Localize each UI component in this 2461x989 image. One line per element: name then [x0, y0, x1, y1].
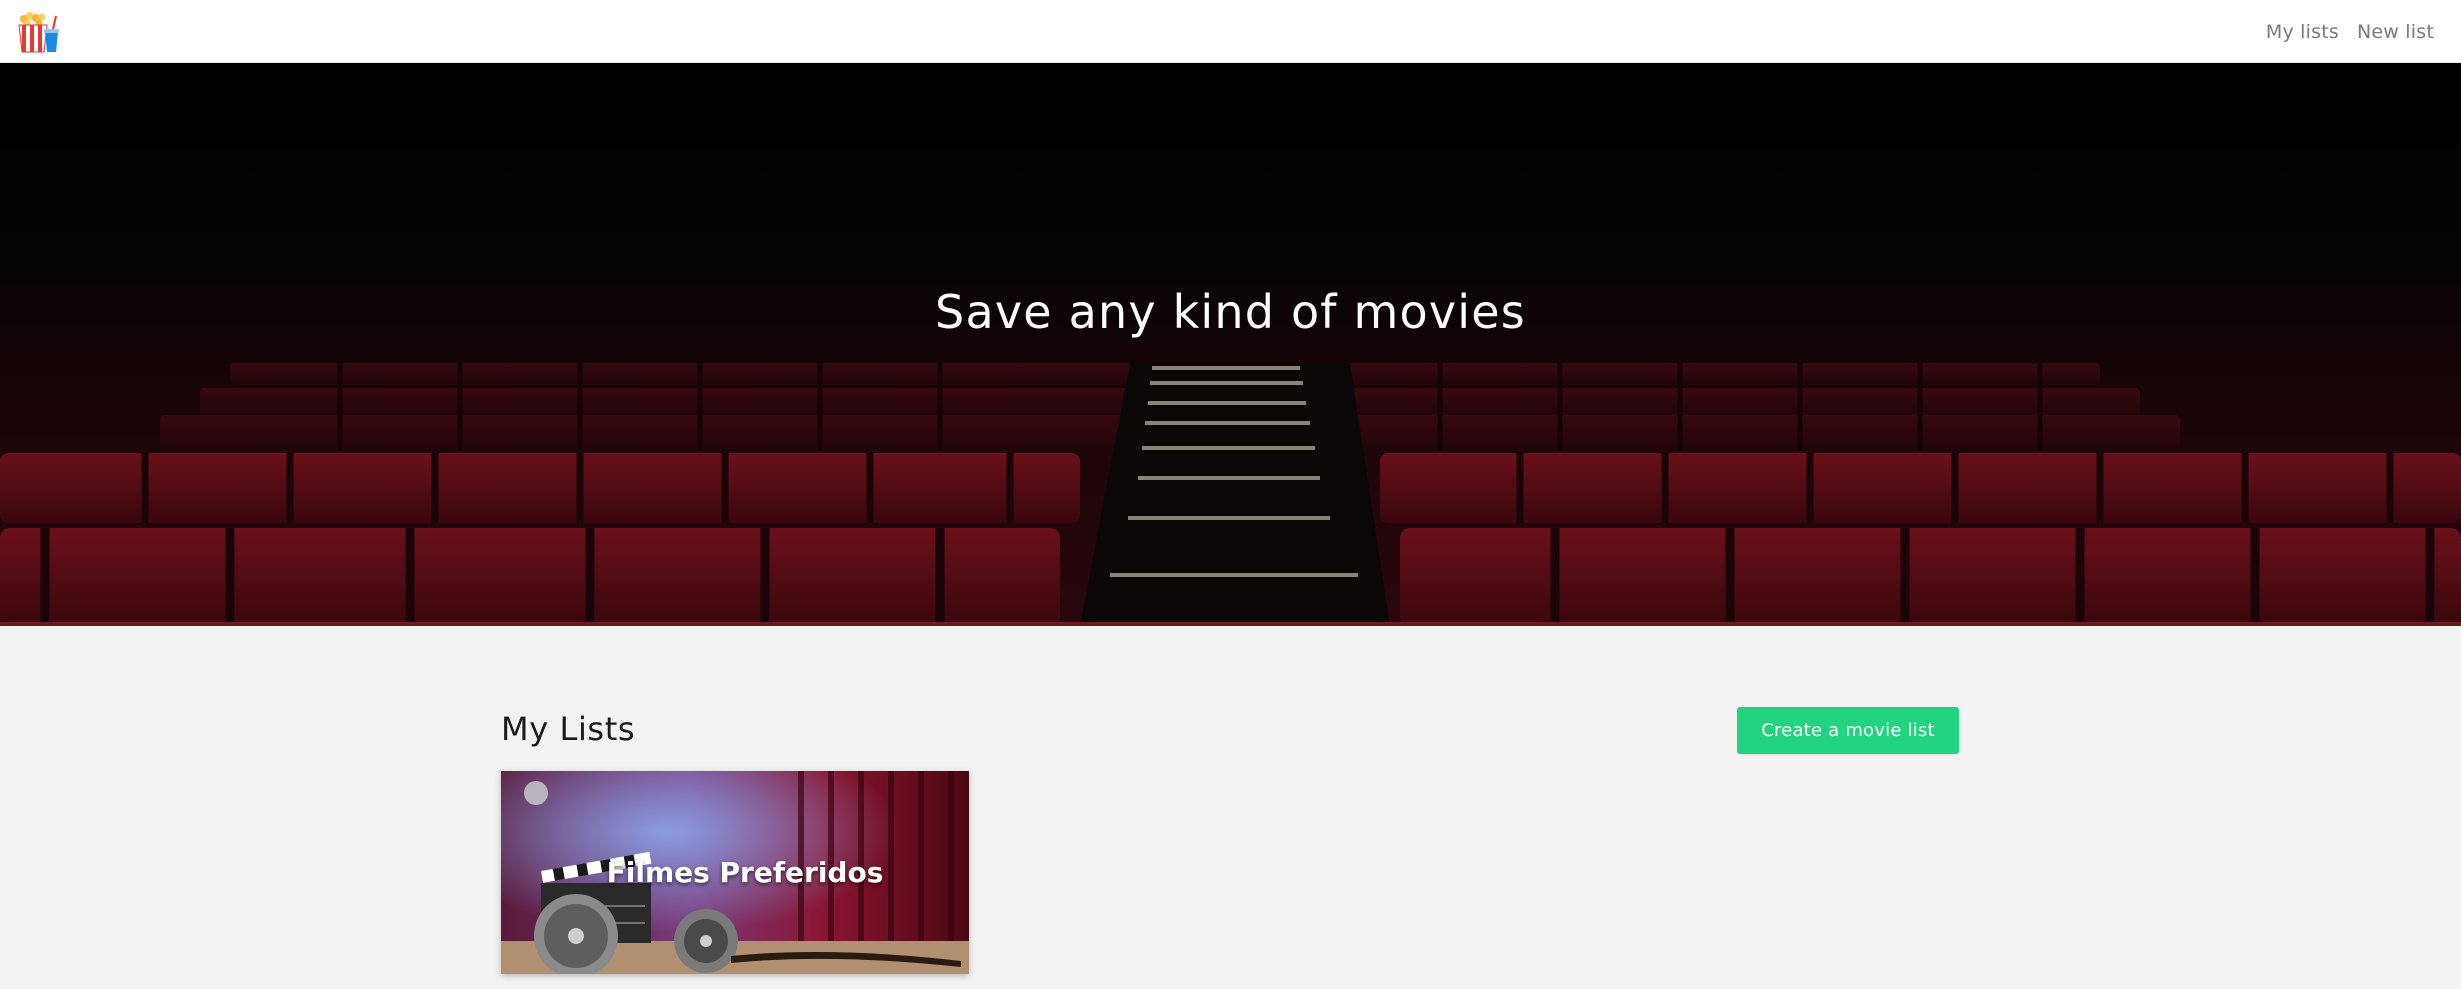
hero-banner: Save any kind of movies [0, 63, 2461, 626]
list-card[interactable]: Filmes Preferidos [501, 771, 969, 974]
create-movie-list-button[interactable]: Create a movie list [1737, 707, 1959, 754]
nav-link-my-lists[interactable]: My lists [2266, 21, 2339, 43]
hero-title: Save any kind of movies [935, 285, 1526, 339]
top-navbar: My lists New list [0, 0, 2461, 63]
list-card-title: Filmes Preferidos [606, 856, 884, 889]
nav-link-new-list[interactable]: New list [2357, 21, 2434, 43]
nav-links: My lists New list [2266, 0, 2434, 63]
popcorn-drink-icon[interactable] [16, 10, 62, 54]
cinema-seats-image [0, 63, 2461, 626]
my-lists-heading: My Lists [501, 710, 636, 748]
